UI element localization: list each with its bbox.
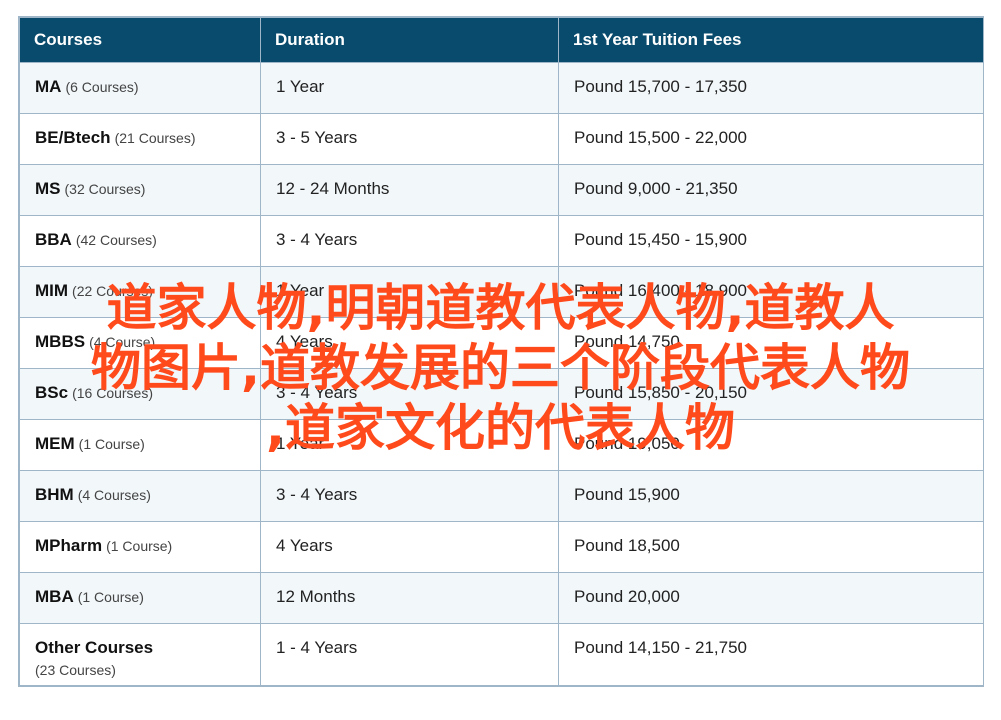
fees-cell: Pound 20,000 — [558, 572, 984, 624]
fees-cell: Pound 15,850 - 20,150 — [558, 368, 984, 420]
course-name: MA — [35, 77, 62, 96]
course-name: MPharm — [35, 536, 103, 555]
course-name: BSc — [35, 383, 69, 402]
course-count: (32 Courses) — [64, 181, 146, 197]
header-duration: Duration — [260, 17, 559, 63]
table-row: Other Courses (23 Courses) 1 - 4 Years Po… — [19, 623, 984, 686]
course-count: (16 Courses) — [72, 385, 153, 401]
course-name: BE/Btech — [35, 128, 111, 147]
duration-cell: 1 Year — [260, 62, 559, 114]
course-cell: BBA (42 Courses) — [19, 215, 261, 267]
course-name: BBA — [35, 230, 72, 249]
duration-cell: 3 - 5 Years — [260, 113, 559, 165]
header-fees: 1st Year Tuition Fees — [558, 17, 984, 63]
duration-cell: 3 - 4 Years — [260, 215, 559, 267]
fees-cell: Pound 14,150 - 21,750 — [558, 623, 984, 686]
fees-cell: Pound 9,000 - 21,350 — [558, 164, 984, 216]
course-count: (21 Courses) — [114, 130, 196, 146]
course-count: (23 Courses) — [35, 662, 116, 678]
course-name: Other Courses — [35, 638, 154, 657]
table-row: BE/Btech (21 Courses) 3 - 5 Years Pound 1… — [19, 113, 984, 165]
course-name: MBA — [35, 587, 74, 606]
course-cell: MIM (22 Courses) — [19, 266, 261, 318]
course-cell: BSc (16 Courses) — [19, 368, 261, 420]
fees-cell: Pound 15,900 — [558, 470, 984, 522]
course-count: (1 Course) — [77, 589, 144, 605]
table-row: MS (32 Courses) 12 - 24 Months Pound 9,00… — [19, 164, 984, 216]
course-name: BHM — [35, 485, 74, 504]
fees-cell: Pound 14,750 — [558, 317, 984, 369]
fees-cell: Pound 15,500 - 22,000 — [558, 113, 984, 165]
course-cell: MEM (1 Course) — [19, 419, 261, 471]
course-cell: BE/Btech (21 Courses) — [19, 113, 261, 165]
course-fees-table: Courses Duration 1st Year Tuition Fees M… — [19, 17, 984, 686]
fees-cell: Pound 18,500 — [558, 521, 984, 573]
course-count: (4 Course) — [89, 334, 156, 350]
course-cell: MBA (1 Course) — [19, 572, 261, 624]
course-count: (22 Courses) — [72, 283, 153, 299]
table-row: MIM (22 Courses) 1 Year Pound 16,400 - 18… — [19, 266, 984, 318]
course-count: (1 Course) — [78, 436, 145, 452]
course-cell: MPharm (1 Course) — [19, 521, 261, 573]
table-row: MBA (1 Course) 12 Months Pound 20,000 — [19, 572, 984, 624]
course-name: MBBS — [35, 332, 86, 351]
table-row: MPharm (1 Course) 4 Years Pound 18,500 — [19, 521, 984, 573]
course-cell: MA (6 Courses) — [19, 62, 261, 114]
course-count: (4 Courses) — [77, 487, 151, 503]
duration-cell: 3 - 4 Years — [260, 368, 559, 420]
table-row: MBBS (4 Course) 4 Years Pound 14,750 — [19, 317, 984, 369]
course-fees-table-container: Courses Duration 1st Year Tuition Fees M… — [18, 16, 984, 687]
fees-cell: Pound 19,050 — [558, 419, 984, 471]
header-courses: Courses — [19, 17, 261, 63]
course-count: (42 Courses) — [75, 232, 157, 248]
fees-cell: Pound 15,450 - 15,900 — [558, 215, 984, 267]
duration-cell: 1 Year — [260, 419, 559, 471]
duration-cell: 4 Years — [260, 317, 559, 369]
table-header-row: Courses Duration 1st Year Tuition Fees — [19, 17, 984, 63]
fees-cell: Pound 16,400 - 18,900 — [558, 266, 984, 318]
table-row: BBA (42 Courses) 3 - 4 Years Pound 15,450… — [19, 215, 984, 267]
course-name: MIM — [35, 281, 69, 300]
duration-cell: 3 - 4 Years — [260, 470, 559, 522]
duration-cell: 4 Years — [260, 521, 559, 573]
table-row: BSc (16 Courses) 3 - 4 Years Pound 15,850… — [19, 368, 984, 420]
table-row: MA (6 Courses) 1 Year Pound 15,700 - 17,3… — [19, 62, 984, 114]
table-row: MEM (1 Course) 1 Year Pound 19,050 — [19, 419, 984, 471]
course-count: (6 Courses) — [65, 79, 139, 95]
course-cell: MS (32 Courses) — [19, 164, 261, 216]
course-cell: BHM (4 Courses) — [19, 470, 261, 522]
course-cell: Other Courses (23 Courses) — [19, 623, 261, 686]
course-cell: MBBS (4 Course) — [19, 317, 261, 369]
course-count: (1 Course) — [106, 538, 173, 554]
duration-cell: 12 Months — [260, 572, 559, 624]
course-name: MS — [35, 179, 61, 198]
table-row: BHM (4 Courses) 3 - 4 Years Pound 15,900 — [19, 470, 984, 522]
fees-cell: Pound 15,700 - 17,350 — [558, 62, 984, 114]
duration-cell: 1 Year — [260, 266, 559, 318]
duration-cell: 1 - 4 Years — [260, 623, 559, 686]
course-name: MEM — [35, 434, 75, 453]
duration-cell: 12 - 24 Months — [260, 164, 559, 216]
